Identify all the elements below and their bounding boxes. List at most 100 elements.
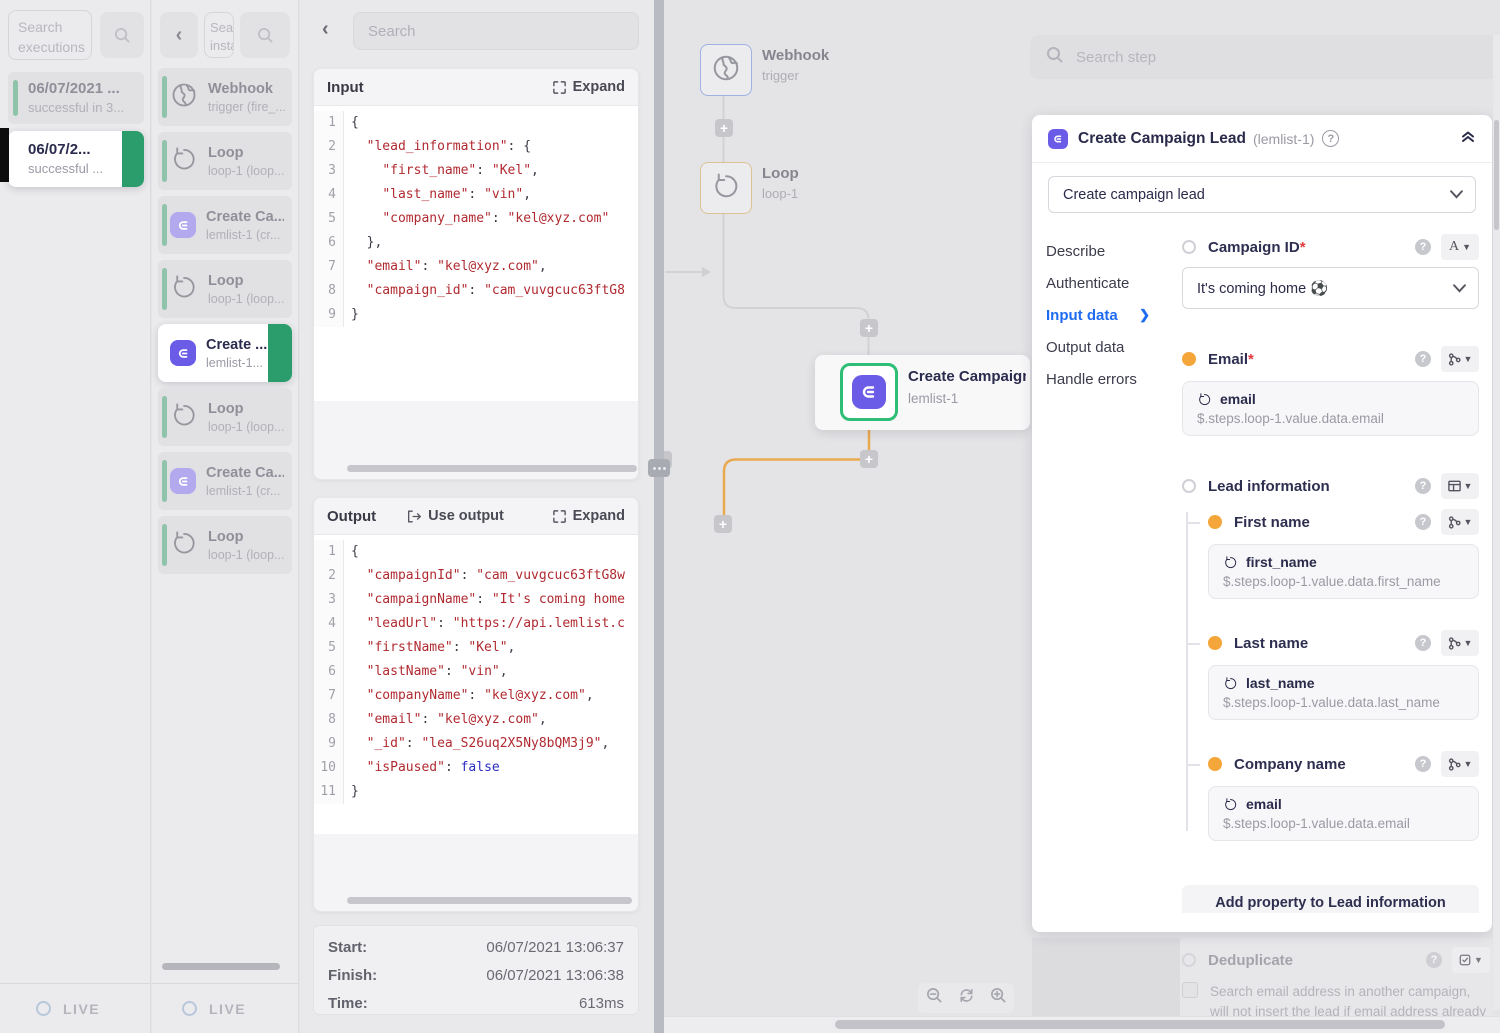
search-icon <box>257 27 274 44</box>
tab-authenticate[interactable]: Authenticate <box>1032 267 1180 299</box>
add-step-plus-button[interactable]: + <box>860 319 878 337</box>
action-select-value: Create campaign lead <box>1063 187 1205 203</box>
output-panel: Output Use output Expand 1{2 "campaignId… <box>313 497 639 912</box>
step-item-create-campaign[interactable]: Create Ca...lemlist-1 (cr... <box>158 452 292 510</box>
use-output-icon <box>406 509 422 524</box>
search-instances-button[interactable] <box>240 12 290 58</box>
tab-handle-errors[interactable]: Handle errors <box>1032 363 1180 395</box>
field-state-icon <box>1208 636 1222 650</box>
step-title: Loop <box>208 529 284 545</box>
help-icon[interactable]: ? <box>1426 952 1442 968</box>
canvas-horizontal-scrollbar[interactable] <box>664 1016 1500 1033</box>
search-executions-button[interactable] <box>100 12 144 58</box>
execution-item-selected[interactable]: 06/07/2... successful ... <box>8 131 144 187</box>
input-horizontal-scrollbar[interactable] <box>347 465 637 472</box>
create-campaign-node[interactable] <box>840 363 898 421</box>
last-name-token: last_name <box>1246 675 1314 691</box>
scrollbar-thumb[interactable] <box>1494 120 1499 230</box>
first-name-path: $.steps.loop-1.value.data.first_name <box>1223 574 1464 589</box>
field-type-button-text[interactable]: A▼ <box>1441 234 1479 260</box>
step-title: Webhook <box>208 81 286 97</box>
step-item-loop[interactable]: Looploop-1 (loop... <box>158 388 292 446</box>
webhook-node[interactable] <box>700 44 752 96</box>
globe-icon <box>711 53 741 88</box>
help-icon[interactable]: ? <box>1415 239 1431 255</box>
last-name-mapping-box[interactable]: last_name $.steps.loop-1.value.data.last… <box>1208 665 1479 720</box>
tab-input-data[interactable]: Input data❯ <box>1032 299 1180 331</box>
step-item-loop[interactable]: Looploop-1 (loop... <box>158 260 292 318</box>
field-type-button-mapped[interactable]: ▼ <box>1441 346 1479 372</box>
meta-finish-value: 06/07/2021 13:06:38 <box>486 967 624 984</box>
config-vertical-scrollbar[interactable] <box>1493 35 1500 1010</box>
step-selected-marker <box>268 324 292 382</box>
step-item-loop[interactable]: Looploop-1 (loop... <box>158 132 292 190</box>
field-type-button-mapped[interactable]: ▼ <box>1441 509 1479 535</box>
step-title: Create ... <box>206 337 267 353</box>
step-subtitle: loop-1 (loop... <box>208 292 284 306</box>
inspector-search-input[interactable]: Search <box>353 12 639 50</box>
deduplicate-field-header: Deduplicate ? ▼ <box>1182 946 1490 974</box>
expand-input-button[interactable]: Expand <box>552 79 625 95</box>
execution-status: successful ... <box>28 161 136 176</box>
steps-horizontal-scrollbar[interactable] <box>162 963 280 970</box>
expand-output-button[interactable]: Expand <box>552 508 625 524</box>
email-mapping-box[interactable]: email $.steps.loop-1.value.data.email <box>1182 381 1479 436</box>
panel-resize-divider[interactable] <box>654 0 664 1033</box>
scrollbar-thumb[interactable] <box>835 1020 1445 1029</box>
first-name-mapping-box[interactable]: first_name $.steps.loop-1.value.data.fir… <box>1208 544 1479 599</box>
divider-drag-handle[interactable] <box>648 459 670 477</box>
step-item-create-campaign-selected[interactable]: Create ...lemlist-1... <box>158 324 292 382</box>
first-name-field-header: First name ? ▼ <box>1208 508 1479 536</box>
output-json-editor[interactable]: 1{2 "campaignId": "cam_vuvgcuc63ftG8w3 "… <box>314 534 638 834</box>
help-icon[interactable]: ? <box>1415 514 1431 530</box>
help-icon[interactable]: ? <box>1415 635 1431 651</box>
add-property-button[interactable]: Add property to Lead information <box>1182 885 1479 913</box>
add-step-plus-button[interactable]: + <box>715 119 733 137</box>
loop-icon <box>1223 676 1238 691</box>
tab-describe[interactable]: Describe <box>1032 235 1180 267</box>
execution-item[interactable]: 06/07/2021 ... successful in 3... <box>8 72 144 124</box>
collapse-panel-button[interactable]: ‹ <box>160 12 198 58</box>
chevron-left-icon[interactable]: ‹ <box>322 18 329 41</box>
field-type-button-mapped[interactable]: ▼ <box>1441 630 1479 656</box>
help-icon[interactable]: ? <box>1322 130 1339 147</box>
step-item-webhook[interactable]: Webhooktrigger (fire_... <box>158 68 292 126</box>
help-icon[interactable]: ? <box>1415 756 1431 772</box>
add-step-plus-button[interactable]: + <box>860 450 878 468</box>
loop-node[interactable] <box>700 162 752 214</box>
collapse-panel-icon[interactable] <box>1460 128 1476 149</box>
step-item-create-campaign[interactable]: Create Ca...lemlist-1 (cr... <box>158 196 292 254</box>
field-type-button-mapped[interactable]: ▼ <box>1441 751 1479 777</box>
reset-zoom-button[interactable] <box>958 987 975 1009</box>
tab-output-data[interactable]: Output data <box>1032 331 1180 363</box>
step-item-loop[interactable]: Looploop-1 (loop... <box>158 516 292 574</box>
company-name-mapping-box[interactable]: email $.steps.loop-1.value.data.email <box>1208 786 1479 841</box>
zoom-out-button[interactable] <box>926 987 943 1009</box>
search-instances-input[interactable]: Search insta <box>204 12 234 58</box>
search-icon <box>1046 46 1064 68</box>
live-toggle-icon[interactable] <box>182 1001 197 1016</box>
output-horizontal-scrollbar[interactable] <box>347 897 632 904</box>
input-json-editor[interactable]: 1{2 "lead_information": {3 "first_name":… <box>314 105 638 401</box>
deduplicate-label: Deduplicate <box>1208 952 1293 969</box>
field-type-button-object[interactable]: ▼ <box>1441 473 1479 499</box>
input-panel-title: Input <box>327 79 364 96</box>
email-field-header: Email* ? ▼ <box>1182 345 1479 373</box>
action-select[interactable]: Create campaign lead <box>1048 176 1476 213</box>
help-icon[interactable]: ? <box>1415 478 1431 494</box>
search-executions-input[interactable]: Search executions <box>8 10 92 60</box>
field-type-button-boolean[interactable]: ▼ <box>1452 947 1490 973</box>
use-output-button[interactable]: Use output <box>406 508 504 524</box>
zoom-in-button[interactable] <box>990 987 1007 1009</box>
step-title: Create Ca... <box>206 465 284 481</box>
chevron-down-icon <box>1450 190 1463 199</box>
add-step-plus-button[interactable]: + <box>714 515 732 533</box>
steps-footer: LIVE <box>152 983 298 1033</box>
execution-selected-marker <box>122 131 144 187</box>
create-campaign-node-title: Create Campaign Lead <box>908 368 1026 385</box>
search-step-bar[interactable]: Search step <box>1030 35 1500 79</box>
live-toggle-icon[interactable] <box>36 1001 51 1016</box>
help-icon[interactable]: ? <box>1415 351 1431 367</box>
campaign-id-select[interactable]: It's coming home ⚽ <box>1182 267 1479 309</box>
deduplicate-checkbox[interactable] <box>1182 982 1198 998</box>
